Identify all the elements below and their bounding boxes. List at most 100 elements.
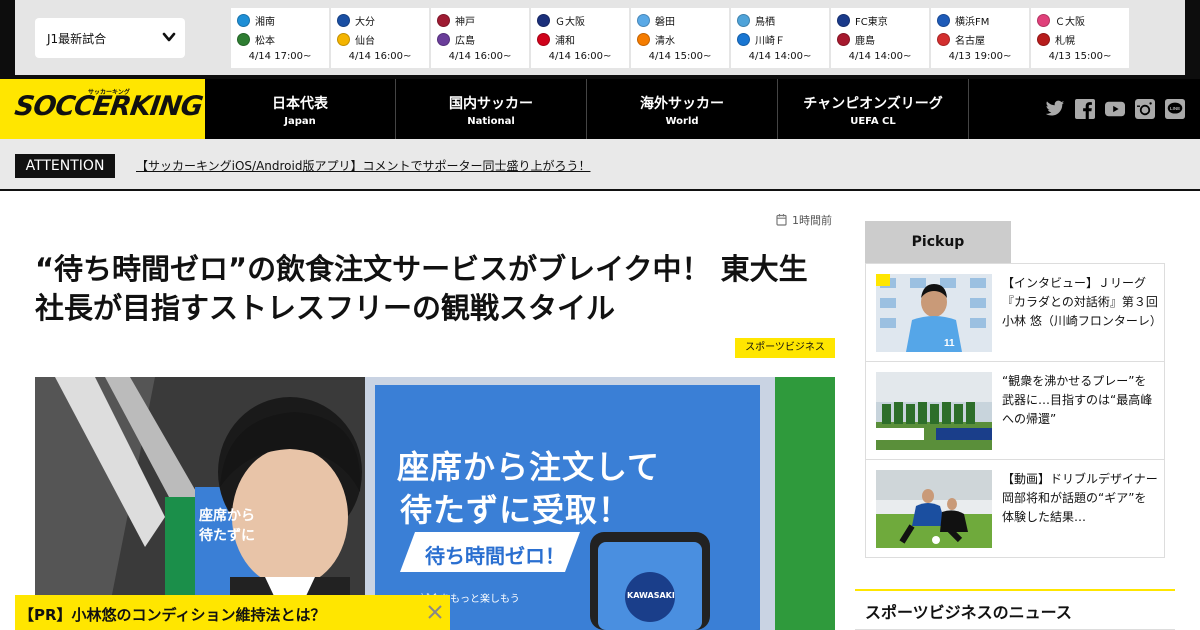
- logo-wordmark: SOCCERKING: [12, 91, 205, 122]
- team-crest-icon: [637, 13, 650, 27]
- nav-item-japan[interactable]: 日本代表 Japan: [205, 79, 396, 139]
- kickoff-time: 4/14 14:00~: [848, 51, 912, 62]
- youtube-icon[interactable]: [1105, 99, 1125, 119]
- home-team: Ｃ大阪: [1037, 12, 1085, 28]
- instagram-icon[interactable]: [1135, 99, 1155, 119]
- chevron-down-icon: [162, 32, 176, 42]
- team-name: 鳥栖: [755, 16, 775, 28]
- site-logo[interactable]: サッカーキング SOCCERKING: [0, 79, 205, 139]
- away-team: 広島: [437, 31, 475, 47]
- clock-icon: [776, 214, 787, 226]
- team-crest-icon: [237, 32, 250, 46]
- away-team: 札幌: [1037, 31, 1075, 47]
- team-name: 神戸: [455, 16, 475, 28]
- sign-headline-1: 座席から注文して: [397, 448, 661, 486]
- team-crest-icon: [837, 32, 850, 46]
- nav-sublabel: World: [665, 116, 699, 127]
- social-links: LINE: [1045, 99, 1185, 119]
- sign-banner: 待ち時間ゼロ！: [425, 544, 565, 568]
- sign-left-text-2: 待たずに: [199, 528, 255, 544]
- match-card[interactable]: 磐田 清水 4/14 15:00~: [631, 8, 729, 68]
- nav-label: 国内サッカー: [449, 96, 533, 112]
- nav-label: 海外サッカー: [640, 96, 724, 112]
- attention-link[interactable]: 【サッカーキングiOS/Android版アプリ】コメントでサポーター同士盛り上が…: [136, 157, 590, 174]
- kickoff-time: 4/13 15:00~: [1048, 51, 1112, 62]
- match-card[interactable]: 鳥栖 川崎Ｆ 4/14 14:00~: [731, 8, 829, 68]
- sign-headline-2: 待たずに受取！: [400, 491, 632, 529]
- sign-left-text-1: 座席から: [199, 508, 255, 524]
- kickoff-time: 4/14 16:00~: [348, 51, 412, 62]
- team-crest-icon: [737, 32, 750, 46]
- home-team: 大分: [337, 12, 375, 28]
- team-name: 横浜FM: [955, 16, 990, 28]
- time-ago-text: 1時間前: [792, 214, 832, 227]
- team-name: 広島: [455, 35, 475, 47]
- team-crest-icon: [1037, 32, 1050, 46]
- team-crest-icon: [937, 32, 950, 46]
- svg-text:LINE: LINE: [1170, 106, 1180, 111]
- pickup-item[interactable]: 【動画】ドリブルデザイナー岡部将和が話題の“ギア”を体験した結果…: [866, 460, 1164, 558]
- away-team: 浦和: [537, 31, 575, 47]
- team-crest-icon: [437, 32, 450, 46]
- site-header: サッカーキング SOCCERKING 日本代表 Japan 国内サッカー Natio…: [0, 79, 1200, 139]
- close-icon[interactable]: [426, 603, 444, 621]
- pickup-tab[interactable]: Pickup: [865, 221, 1011, 263]
- team-crest-icon: [537, 13, 550, 27]
- match-card[interactable]: 神戸広島 4/14 16:00~: [431, 8, 529, 68]
- facebook-icon[interactable]: [1075, 99, 1095, 119]
- nav-label: 日本代表: [272, 96, 328, 112]
- kickoff-time: 4/14 16:00~: [548, 51, 612, 62]
- home-team: Ｇ大阪: [537, 12, 585, 28]
- home-team: 横浜FM: [937, 12, 989, 28]
- team-crest-icon: [537, 32, 550, 46]
- club-crest-text: KAWASAKI: [627, 591, 675, 600]
- home-team: 鳥栖: [737, 12, 775, 28]
- pickup-item[interactable]: 11 【インタビュー】Ｊリーグ『カラダとの対話術』第３回 小林 悠（川崎フロンタ…: [866, 264, 1164, 362]
- team-name: 湘南: [255, 16, 275, 28]
- home-team: 神戸: [437, 12, 475, 28]
- pr-banner[interactable]: 【PR】小林悠のコンディション維持法とは？: [15, 595, 450, 630]
- team-name: 大分: [355, 16, 375, 28]
- nav-sublabel: Japan: [284, 116, 316, 127]
- match-card[interactable]: Ｇ大阪浦和 4/14 16:00~: [531, 8, 629, 68]
- twitter-icon[interactable]: [1045, 99, 1065, 119]
- team-name: Ｃ大阪: [1055, 16, 1085, 28]
- nav-sublabel: UEFA CL: [850, 116, 896, 127]
- attention-label: ATTENTION: [15, 154, 115, 178]
- main-nav: 日本代表 Japan 国内サッカー National 海外サッカー World チャン…: [205, 79, 969, 139]
- team-crest-icon: [837, 13, 850, 27]
- kickoff-time: 4/14 16:00~: [448, 51, 512, 62]
- away-team: 鹿島: [837, 31, 875, 47]
- team-name: 松本: [255, 35, 275, 47]
- pickup-item[interactable]: “観衆を沸かせるプレー”を武器に…目指すのは“最高峰への帰還”: [866, 362, 1164, 460]
- match-card[interactable]: 大分仙台 4/14 16:00~: [331, 8, 429, 68]
- team-crest-icon: [737, 13, 750, 27]
- line-icon[interactable]: LINE: [1165, 99, 1185, 119]
- kickoff-time: 4/14 17:00~: [248, 51, 312, 62]
- kickoff-time: 4/13 19:00~: [948, 51, 1012, 62]
- team-crest-icon: [937, 13, 950, 27]
- league-select[interactable]: J1最新試合: [35, 18, 185, 58]
- match-card[interactable]: FC東京 鹿島 4/14 14:00~: [831, 8, 929, 68]
- team-name: 川崎Ｆ: [755, 35, 785, 47]
- team-crest-icon: [337, 32, 350, 46]
- league-select-value: J1最新試合: [47, 32, 107, 46]
- team-crest-icon: [237, 13, 250, 27]
- team-name: Ｇ大阪: [555, 16, 585, 28]
- team-name: 仙台: [355, 35, 375, 47]
- pickup-thumbnail: [876, 372, 992, 450]
- match-card[interactable]: 湘南松本 4/14 17:00~: [231, 8, 329, 68]
- nav-item-world[interactable]: 海外サッカー World: [587, 79, 778, 139]
- attention-bar: ATTENTION 【サッカーキングiOS/Android版アプリ】コメントでサ…: [0, 139, 1200, 191]
- team-name: 鹿島: [855, 35, 875, 47]
- team-name: 清水: [655, 35, 675, 47]
- home-team: 磐田: [637, 12, 675, 28]
- sports-business-news-heading: スポーツビジネスのニュース: [855, 589, 1175, 630]
- nav-item-national[interactable]: 国内サッカー National: [396, 79, 587, 139]
- article-hero-image: 座席から注文して 待たずに受取！ 待ち時間ゼロ！ 試合をもっと楽しもう 座席から…: [35, 377, 835, 630]
- nav-item-uefa-cl[interactable]: チャンピオンズリーグ UEFA CL: [778, 79, 969, 139]
- category-tag[interactable]: スポーツビジネス: [735, 338, 835, 358]
- match-card[interactable]: 横浜FM 名古屋 4/13 19:00~: [931, 8, 1029, 68]
- match-card[interactable]: Ｃ大阪札幌 4/13 15:00~: [1031, 8, 1129, 68]
- team-crest-icon: [437, 13, 450, 27]
